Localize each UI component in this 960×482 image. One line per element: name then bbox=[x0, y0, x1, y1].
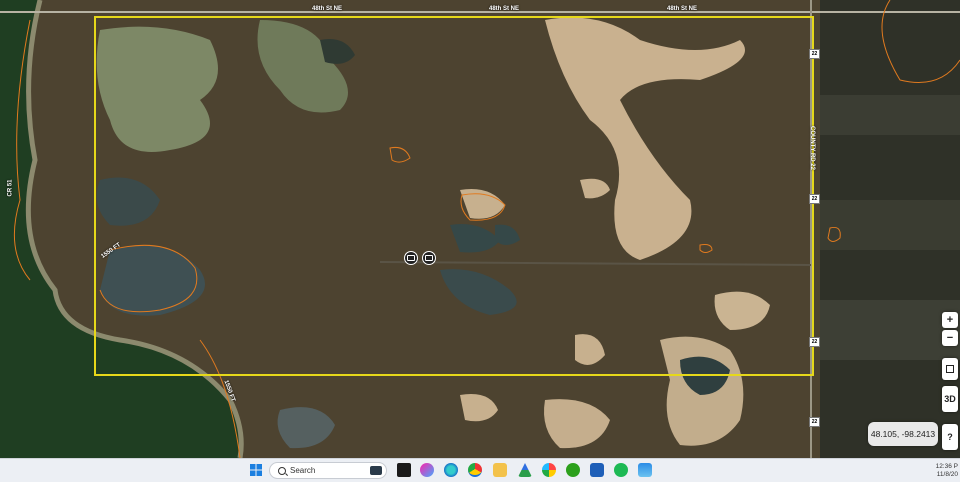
clock-date: 11/8/20 bbox=[936, 471, 958, 478]
app-icon[interactable] bbox=[590, 463, 604, 477]
search-placeholder: Search bbox=[290, 466, 316, 475]
edge-browser-icon[interactable] bbox=[444, 463, 458, 477]
road-label-48th-st-left: 48th St NE bbox=[312, 6, 343, 12]
chrome-browser-icon[interactable] bbox=[468, 463, 482, 477]
taskbar: Search 12:36 P 11/8/20 bbox=[0, 458, 960, 482]
system-clock[interactable]: 12:36 P 11/8/20 bbox=[936, 463, 958, 479]
3d-toggle-button[interactable]: 3D bbox=[942, 386, 958, 412]
file-explorer-icon[interactable] bbox=[493, 463, 507, 477]
road-label-48th-st-middle: 48th St NE bbox=[489, 6, 520, 12]
spotify-icon[interactable] bbox=[614, 463, 628, 477]
widget-icon bbox=[370, 466, 382, 475]
route-shield-22: 22 bbox=[809, 49, 820, 59]
map-app: 48th St NE 48th St NE 48th St NE COUNTY … bbox=[0, 0, 960, 482]
fullscreen-icon bbox=[946, 365, 954, 373]
photo-marker-icon[interactable] bbox=[404, 251, 418, 265]
task-view-icon[interactable] bbox=[397, 463, 411, 477]
clock-time: 12:36 P bbox=[935, 463, 958, 470]
parcel-boundary[interactable] bbox=[94, 16, 814, 376]
taskbar-search-input[interactable]: Search bbox=[269, 462, 387, 479]
search-icon bbox=[278, 467, 286, 475]
fullscreen-button[interactable] bbox=[942, 358, 958, 380]
photo-marker-icon[interactable] bbox=[422, 251, 436, 265]
zoom-out-button[interactable]: − bbox=[942, 330, 958, 346]
route-shield-22: 22 bbox=[809, 417, 820, 427]
quickbooks-icon[interactable] bbox=[566, 463, 580, 477]
zoom-in-button[interactable]: + bbox=[942, 312, 958, 328]
road-label-county-rd-22: COUNTY RD 22 bbox=[808, 126, 815, 170]
windows-start-icon[interactable] bbox=[249, 463, 263, 477]
help-button[interactable]: ? bbox=[942, 424, 958, 450]
photo-viewer-icon[interactable] bbox=[638, 463, 652, 477]
satellite-map[interactable]: 48th St NE 48th St NE 48th St NE COUNTY … bbox=[0, 0, 960, 458]
route-shield-22: 22 bbox=[809, 194, 820, 204]
google-drive-icon[interactable] bbox=[518, 463, 532, 477]
route-shield-22: 22 bbox=[809, 337, 820, 347]
road-label-cr-51: CR 51 bbox=[7, 179, 14, 197]
road-label-48th-st-right: 48th St NE bbox=[667, 6, 698, 12]
copilot-icon[interactable] bbox=[420, 463, 434, 477]
coordinates-readout: 48.105, -98.2413 bbox=[868, 422, 938, 446]
photos-icon[interactable] bbox=[542, 463, 556, 477]
